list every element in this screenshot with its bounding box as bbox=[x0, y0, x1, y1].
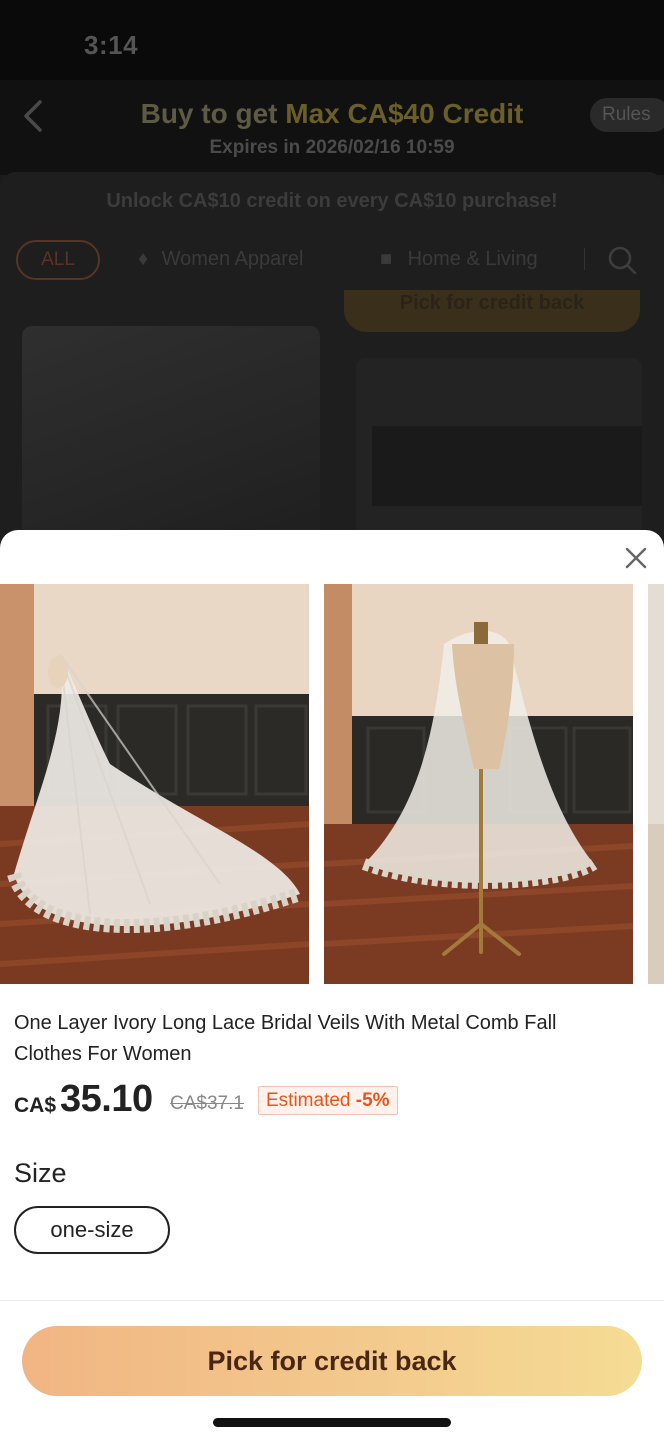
divider bbox=[0, 1300, 664, 1301]
estimate-label: Estimated bbox=[266, 1090, 356, 1111]
promo-expiry: Expires in 2026/02/16 10:59 bbox=[209, 137, 455, 158]
background-product-card bbox=[22, 326, 320, 536]
pick-for-credit-back-button[interactable]: Pick for credit back bbox=[22, 1326, 642, 1396]
background-product-card bbox=[356, 358, 642, 538]
price-currency: CA$ bbox=[14, 1094, 57, 1117]
tab-home-living-label: Home & Living bbox=[407, 248, 538, 270]
product-image[interactable] bbox=[324, 584, 633, 984]
promo-title-highlight: Max CA$40 Credit bbox=[285, 98, 524, 129]
original-price: CA$37.1 bbox=[170, 1093, 244, 1114]
status-time: 3:14 bbox=[84, 30, 139, 60]
tab-all[interactable]: ALL bbox=[16, 240, 100, 280]
tab-women-apparel-label: Women Apparel bbox=[161, 248, 304, 270]
background-pick-label: Pick for credit back bbox=[399, 292, 585, 314]
size-heading: Size bbox=[14, 1158, 67, 1188]
tab-divider bbox=[584, 248, 585, 270]
search-icon[interactable] bbox=[606, 244, 638, 276]
product-title: One Layer Ivory Long Lace Bridal Veils W… bbox=[14, 1012, 557, 1065]
category-tabs: ALL ♦ Women Apparel ■ Home & Living bbox=[0, 236, 664, 288]
estimate-percent: -5% bbox=[355, 1090, 390, 1111]
promo-title-prefix: Buy to get bbox=[140, 98, 286, 129]
dress-icon: ♦ bbox=[138, 248, 149, 270]
rules-button[interactable]: Rules bbox=[590, 98, 664, 132]
tab-home-living[interactable]: ■ Home & Living bbox=[380, 248, 538, 271]
unlock-credit-text: Unlock CA$10 credit on every CA$10 purch… bbox=[106, 190, 558, 212]
sofa-icon: ■ bbox=[380, 248, 393, 270]
product-image-gallery[interactable] bbox=[0, 584, 664, 984]
size-option-one-size[interactable]: one-size bbox=[14, 1206, 170, 1254]
current-price: 35.10 bbox=[60, 1078, 153, 1120]
close-icon[interactable] bbox=[620, 542, 652, 574]
tab-women-apparel[interactable]: ♦ Women Apparel bbox=[138, 248, 304, 271]
home-indicator bbox=[213, 1418, 451, 1427]
background-pick-button: Pick for credit back bbox=[344, 290, 640, 332]
estimate-discount-badge: Estimated -5% bbox=[258, 1086, 398, 1115]
product-image[interactable] bbox=[0, 584, 309, 984]
promo-title: Buy to get Max CA$40 Credit bbox=[0, 98, 664, 130]
product-image[interactable] bbox=[648, 584, 664, 984]
status-bar: 3:14 bbox=[0, 0, 664, 90]
